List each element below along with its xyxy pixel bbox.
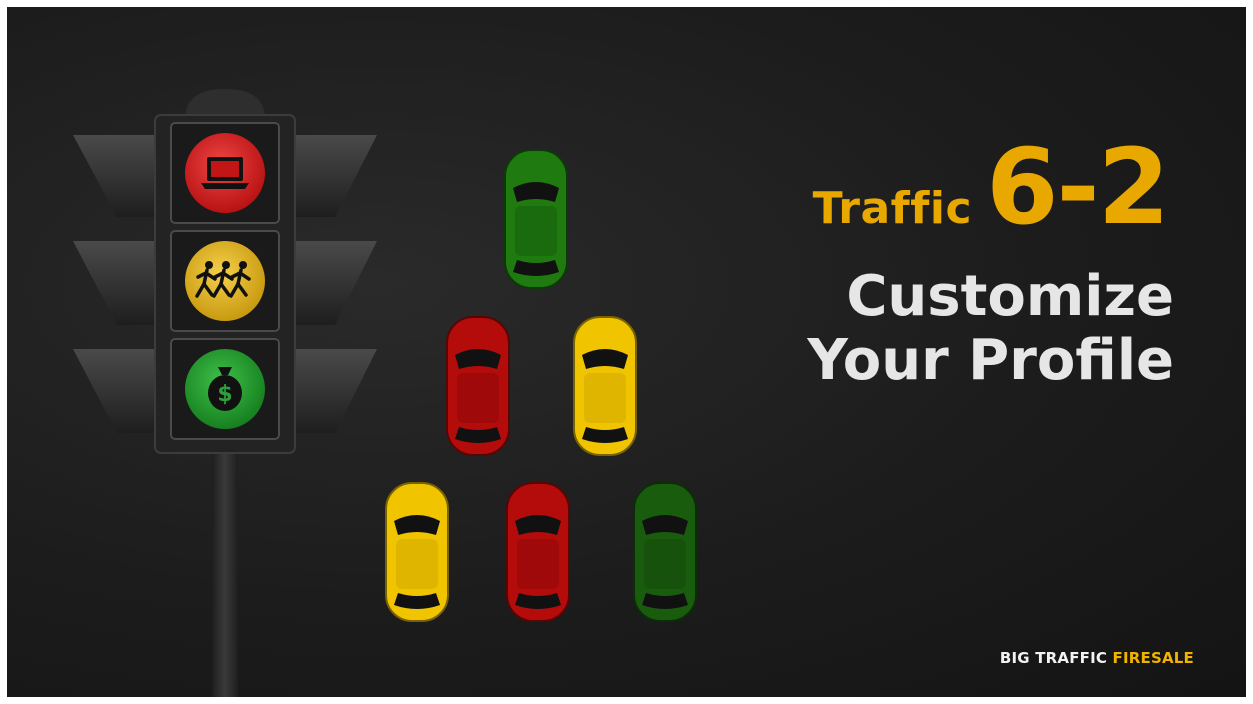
right-visor-bottom — [295, 349, 377, 433]
title-number: 6-2 — [986, 126, 1170, 248]
slide-subtitle: Customize Your Profile — [807, 265, 1174, 393]
car-red-bottom — [506, 482, 570, 622]
slide-title-line1: Traffic 6-2 — [812, 126, 1170, 248]
traffic-light: $ — [73, 89, 377, 454]
yellow-light — [185, 241, 265, 321]
left-visor-top — [73, 135, 155, 217]
laptop-icon — [201, 157, 249, 189]
traffic-light-pole — [212, 447, 238, 697]
car-yellow-bottom — [385, 482, 449, 622]
car-yellow-middle — [573, 316, 637, 456]
slide: $ Traffic 6-2 Customize Your Profile BIG… — [7, 7, 1246, 697]
svg-text:$: $ — [217, 382, 232, 407]
title-prefix: Traffic — [812, 183, 973, 234]
left-visor-middle — [73, 241, 155, 325]
brand-part1: BIG TRAFFIC — [999, 649, 1108, 667]
subtitle-line2: Your Profile — [807, 328, 1174, 393]
car-red-middle — [446, 316, 510, 456]
right-visor-middle — [295, 241, 377, 325]
brand-part2: FIRESALE — [1112, 649, 1194, 667]
right-visor-top — [295, 135, 377, 217]
left-visor-bottom — [73, 349, 155, 433]
car-green-top — [504, 149, 568, 289]
subtitle-line1: Customize — [846, 264, 1174, 329]
car-dark-green-bottom — [633, 482, 697, 622]
brand-logo: BIG TRAFFIC FIRESALE — [1000, 649, 1194, 667]
